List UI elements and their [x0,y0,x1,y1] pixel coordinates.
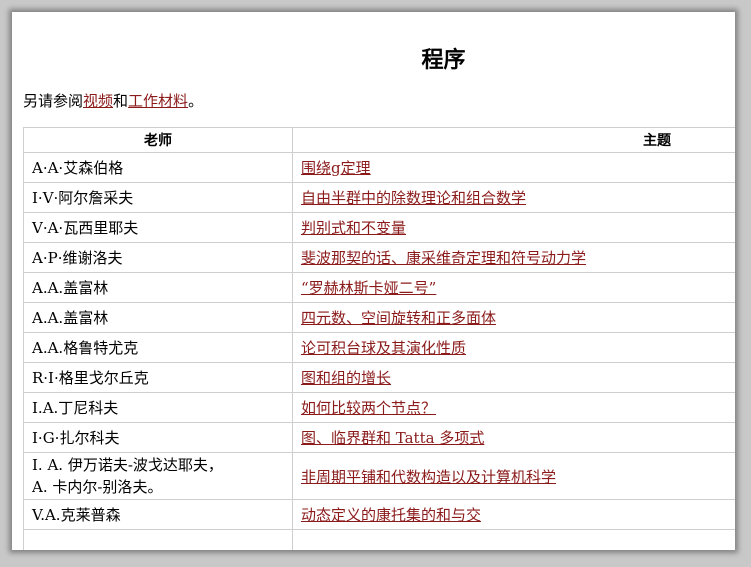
teacher-name-line-1: I. A. 伊万诺夫-波戈达耶夫， [32,456,223,474]
teacher-cell [23,529,293,550]
table-row [23,529,735,550]
table-row: V·A·瓦西里耶夫 判别式和不变量 [23,212,735,243]
teacher-cell: I·G·扎尔科夫 [23,422,293,453]
teacher-cell: I.A.丁尼科夫 [23,392,293,423]
programs-table: 老师 主题 A·A·艾森伯格 围绕g定理 I·V·阿尔詹采夫 自由半群中的除数理… [23,127,735,550]
table-row: A.A.格鲁特尤克 论可积台球及其演化性质 [23,332,735,363]
see-also-prefix: 另请参阅 [23,92,84,110]
see-also-line: 另请参阅视频和工作材料。 [23,90,203,111]
topic-cell: 图和组的增长 [292,362,735,393]
teacher-cell: A.A.盖富林 [23,272,293,303]
topic-link[interactable]: 图、临界群和 Tatta 多项式 [301,429,484,447]
teacher-name-line-2: A. 卡内尔-别洛夫。 [32,478,163,496]
topic-cell: 论可积台球及其演化性质 [292,332,735,363]
table-row: A·A·艾森伯格 围绕g定理 [23,152,735,183]
work-materials-link[interactable]: 工作材料 [128,92,188,110]
table-row: A.A.盖富林 “罗赫林斯卡娅二号” [23,272,735,303]
table-row: I·G·扎尔科夫 图、临界群和 Tatta 多项式 [23,422,735,453]
topic-link[interactable]: 斐波那契的话、康采维奇定理和符号动力学 [301,249,586,267]
table-row: V.A.克莱普森 动态定义的康托集的和与交 [23,499,735,530]
page-frame: 程序 另请参阅视频和工作材料。 老师 主题 A·A·艾森伯格 围绕g定理 I·V… [12,12,735,550]
teacher-cell: R·I·格里戈尔丘克 [23,362,293,393]
topic-link[interactable]: 四元数、空间旋转和正多面体 [301,309,496,327]
table-row: R·I·格里戈尔丘克 图和组的增长 [23,362,735,393]
teacher-column-header: 老师 [23,127,293,153]
topic-link[interactable]: 判别式和不变量 [301,219,406,237]
table-row: I·V·阿尔詹采夫 自由半群中的除数理论和组合数学 [23,182,735,213]
topic-link[interactable]: 如何比较两个节点？ [301,399,436,417]
topic-link[interactable]: 图和组的增长 [301,369,391,387]
topic-cell: 图、临界群和 Tatta 多项式 [292,422,735,453]
topic-link[interactable]: 动态定义的康托集的和与交 [301,506,481,524]
teacher-cell: A.A.格鲁特尤克 [23,332,293,363]
topic-cell: 围绕g定理 [292,152,735,183]
topic-column-header: 主题 [292,127,735,153]
topic-cell: “罗赫林斯卡娅二号” [292,272,735,303]
page-title: 程序 [421,48,466,73]
see-also-middle: 和 [113,92,129,110]
topic-cell: 自由半群中的除数理论和组合数学 [292,182,735,213]
topic-cell: 斐波那契的话、康采维奇定理和符号动力学 [292,242,735,273]
topic-link[interactable]: 非周期平铺和代数构造以及计算机科学 [301,468,556,486]
topic-link[interactable]: 自由半群中的除数理论和组合数学 [301,189,526,207]
table-row: A.A.盖富林 四元数、空间旋转和正多面体 [23,302,735,333]
see-also-suffix: 。 [188,92,204,110]
topic-cell: 判别式和不变量 [292,212,735,243]
teacher-cell: I·V·阿尔詹采夫 [23,182,293,213]
teacher-cell: A.A.盖富林 [23,302,293,333]
teacher-cell: V.A.克莱普森 [23,499,293,530]
topic-link[interactable]: 围绕g定理 [301,159,371,177]
topic-link[interactable]: 论可积台球及其演化性质 [301,339,466,357]
topic-cell: 四元数、空间旋转和正多面体 [292,302,735,333]
table-row: A·P·维谢洛夫 斐波那契的话、康采维奇定理和符号动力学 [23,242,735,273]
topic-cell: 动态定义的康托集的和与交 [292,499,735,530]
topic-cell: 如何比较两个节点？ [292,392,735,423]
teacher-cell: I. A. 伊万诺夫-波戈达耶夫， A. 卡内尔-别洛夫。 [23,452,293,500]
topic-cell: 非周期平铺和代数构造以及计算机科学 [292,452,735,500]
videos-link[interactable]: 视频 [83,92,113,110]
teacher-cell: A·A·艾森伯格 [23,152,293,183]
teacher-cell: V·A·瓦西里耶夫 [23,212,293,243]
table-row: I. A. 伊万诺夫-波戈达耶夫， A. 卡内尔-别洛夫。 非周期平铺和代数构造… [23,452,735,500]
table-row: I.A.丁尼科夫 如何比较两个节点？ [23,392,735,423]
teacher-cell: A·P·维谢洛夫 [23,242,293,273]
topic-cell [292,529,735,550]
table-header-row: 老师 主题 [23,127,735,153]
topic-link[interactable]: “罗赫林斯卡娅二号” [301,279,436,297]
